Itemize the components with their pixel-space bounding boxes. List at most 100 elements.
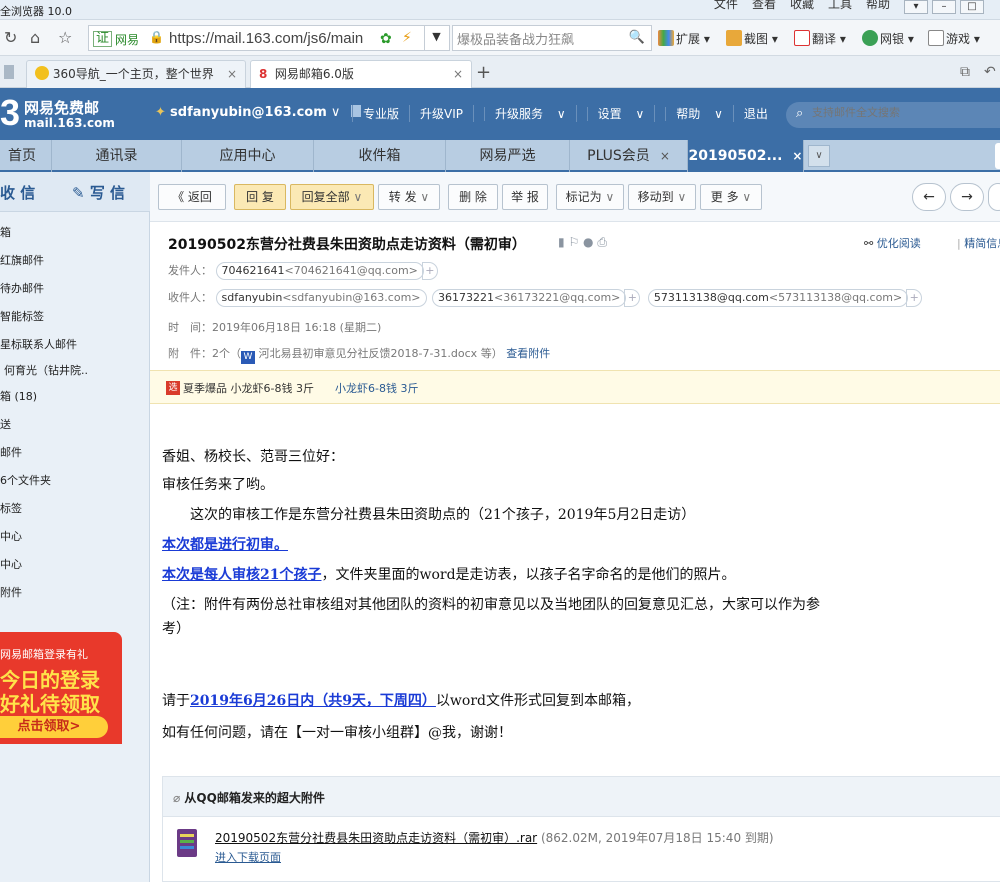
recipient-chip[interactable]: 36173221<36173221@qq.com> [432,289,627,307]
sidebar-toggle-icon[interactable] [4,65,14,79]
precise-info-link[interactable]: | 精简信息 [957,235,1000,251]
refresh-page-icon[interactable]: ✿ [380,31,392,47]
big-attachment-file[interactable]: 20190502东营分社费县朱田资助点走访资料（需初审）.rar (862.02… [215,829,774,846]
promo-banner[interactable]: 网易邮箱登录有礼 今日的登录 好礼待领取 点击领取> [0,632,122,744]
sidebar-item-todo[interactable]: 待办邮件 [0,280,44,298]
optimize-read-link[interactable]: ⚯ 优化阅读 [864,235,921,251]
sidebar-item-center-1[interactable]: 中心 [0,528,22,546]
logo-title[interactable]: 网易免费邮 [24,97,99,118]
ad-link[interactable]: 小龙虾6-8钱 3斤 [335,380,418,396]
skin-button-icon[interactable]: ▾ [904,0,928,14]
tab-inbox[interactable]: 收件箱 [314,140,446,172]
nav-help[interactable]: 帮助 ∨ [654,105,733,122]
promo-claim-button[interactable]: 点击领取> [0,716,108,738]
body-link[interactable]: 2019年6月26日内（共9天，下周四） [190,693,436,709]
home-icon[interactable]: ⌂ [30,28,40,47]
close-tab-icon[interactable]: × [792,149,802,163]
reply-button[interactable]: 回 复 [234,184,286,210]
mail-search-box[interactable]: ⌕ [786,102,1000,128]
close-tab-icon[interactable]: × [660,149,670,163]
sidebar-item-starred[interactable]: 星标联系人邮件 [0,336,77,354]
info-icon[interactable]: ● [583,235,593,249]
sidebar-item-flagged[interactable]: 红旗邮件 [0,252,44,270]
games-button[interactable]: 游戏 ▾ [928,30,980,47]
sender-chip[interactable]: 704621641<704621641@qq.com> [215,262,424,280]
write-button[interactable]: ✎ 写 信 [72,182,125,203]
menu-favorites[interactable]: 收藏 [790,0,814,12]
download-page-link[interactable]: 进入下载页面 [215,849,281,865]
close-tab-icon[interactable]: × [453,61,463,87]
nav-vip[interactable]: 升级VIP [409,105,473,122]
print-icon[interactable]: ⎙ [597,235,607,249]
mail-search-input[interactable] [812,106,992,119]
back-button[interactable]: 《 返回 [158,184,226,210]
search-engine-dropdown[interactable]: ▼ [424,25,448,51]
menu-help[interactable]: 帮助 [866,0,890,12]
tab-yanxuan[interactable]: 网易严选 [446,140,570,172]
recipient-chip[interactable]: sdfanyubin<sdfanyubin@163.com> [215,289,427,307]
logo-domain[interactable]: mail.163.com [24,116,115,130]
sidebar-item-sent[interactable]: 送 [0,416,11,434]
sidebar-item-spam[interactable]: 箱 (18) [0,388,37,406]
sidebar-item-smart-tags[interactable]: 智能标签 [0,308,44,326]
nav-logout[interactable]: 退出 [732,105,778,122]
ebank-button[interactable]: 网银 ▾ [862,30,914,47]
move-to-button[interactable]: 移动到 ∨ [628,184,696,210]
user-account[interactable]: ✦ sdfanyubin@163.com ∨ [155,105,361,120]
url-text[interactable]: https://mail.163.com/js6/main [169,30,363,47]
body-link[interactable]: 本次都是进行初审。 [162,537,288,553]
add-contact-icon[interactable]: + [906,289,923,307]
tab-current-mail[interactable]: 20190502... × [688,140,804,172]
menu-tools[interactable]: 工具 [828,0,852,12]
nav-upgrade[interactable]: 升级服务 ∨ [473,105,576,122]
search-icon[interactable]: 🔍 [629,30,645,45]
add-contact-icon[interactable]: + [624,289,641,307]
ad-text[interactable]: 夏季爆品 小龙虾6-8钱 3斤 [183,380,314,396]
reload-icon[interactable]: ↻ [4,28,17,47]
maximize-icon[interactable]: □ [960,0,984,14]
add-contact-icon[interactable]: + [421,262,438,280]
tab-apps[interactable]: 应用中心 [182,140,314,172]
mark-as-button[interactable]: 标记为 ∨ [556,184,624,210]
sidebar-item-contact[interactable]: 何育光（钻井院.. [4,362,88,380]
favorite-star-icon[interactable]: ☆ [58,28,72,47]
url-field[interactable]: 证 网易 🔒 https://mail.163.com/js6/main [88,25,450,51]
sidebar-item-tags[interactable]: 标签 [0,500,22,518]
speed-bolt-icon[interactable]: ⚡ [402,30,412,46]
sidebar-item-attachments[interactable]: 附件 [0,584,22,602]
sidebar-item-inbox[interactable]: 箱 [0,224,11,242]
logo-number[interactable]: 3 [0,94,20,132]
restore-tab-icon[interactable]: ⧉ [960,64,970,80]
sidebar-item-center-2[interactable]: 中心 [0,556,22,574]
browser-search-box[interactable]: 🔍 [452,25,652,51]
report-button[interactable]: 举 报 [502,184,548,210]
recipient-chip[interactable]: 573113138@qq.com<573113138@qq.com> [647,289,909,307]
tab-contacts[interactable]: 通讯录 [52,140,182,172]
view-attachments-link[interactable]: 查看附件 [506,347,550,360]
menu-file[interactable]: 文件 [714,0,738,12]
sidebar-item-folders[interactable]: 6个文件夹 [0,472,51,490]
browser-search-input[interactable] [457,27,627,49]
sidebar-item-other[interactable]: 邮件 [0,444,22,462]
nav-settings[interactable]: 设置 ∨ [575,105,655,122]
receive-button[interactable]: 收 信 [0,182,35,203]
forward-button[interactable]: 转 发 ∨ [378,184,440,210]
prev-mail-icon[interactable]: ← [912,183,946,211]
close-tab-icon[interactable]: × [227,61,237,87]
new-tab-icon[interactable]: + [476,62,491,83]
cert-badge[interactable]: 证 [93,31,113,47]
more-button[interactable]: 更 多 ∨ [700,184,762,210]
mail-list-icon[interactable] [988,183,1000,211]
extensions-button[interactable]: 扩展 ▾ [658,30,710,47]
flag-icon[interactable]: ⚐ [568,235,579,249]
reply-all-button[interactable]: 回复全部 ∨ [290,184,374,210]
screenshot-button[interactable]: 截图 ▾ [726,30,778,47]
more-tabs-dropdown[interactable]: ∨ [808,145,830,167]
body-link[interactable]: 本次是每人审核21个孩子 [162,567,321,583]
minimize-icon[interactable]: – [932,0,956,14]
browser-tab-mail[interactable]: 8 网易邮箱6.0版 × [250,60,472,88]
tab-home[interactable]: 首页 [0,140,52,172]
browser-tab-360[interactable]: 360导航_一个主页，整个世界 × [26,60,246,88]
undo-close-icon[interactable]: ↶ [984,64,996,80]
next-mail-icon[interactable]: → [950,183,984,211]
